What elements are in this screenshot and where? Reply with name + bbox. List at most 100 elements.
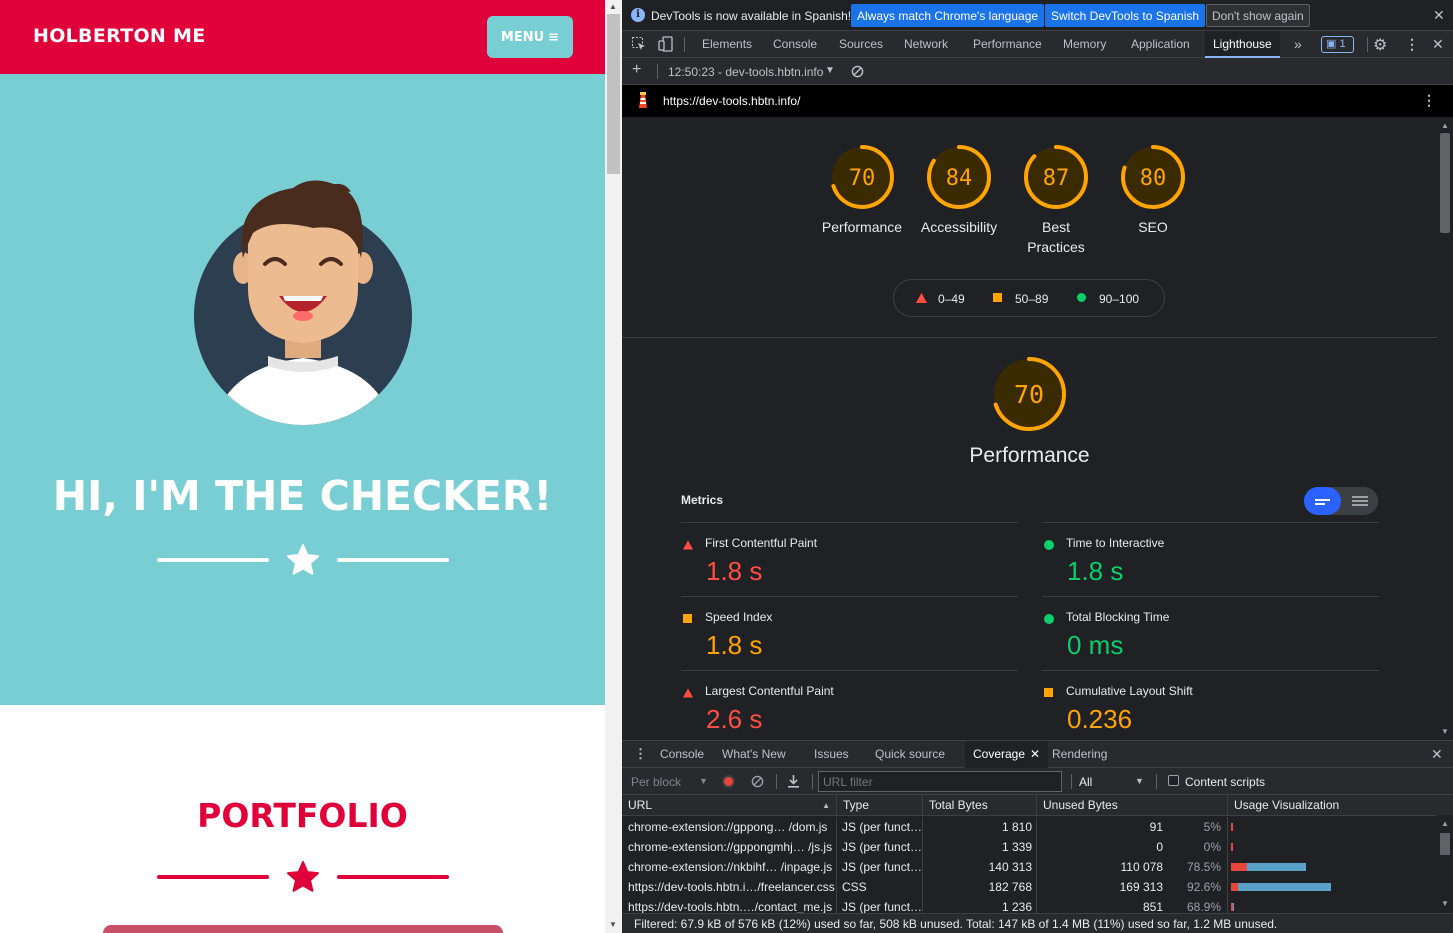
drawer-menu-icon[interactable]: ⋮ [634, 746, 647, 762]
gauge-accessibility[interactable]: 84 Accessibility [909, 145, 1009, 237]
portfolio-divider [157, 860, 449, 894]
chevron-down-icon: ▼ [1135, 776, 1144, 786]
scroll-up-arrow-icon[interactable]: ▲ [1441, 819, 1449, 828]
switch-to-spanish-button[interactable]: Switch DevTools to Spanish [1045, 4, 1206, 27]
inspect-element-icon[interactable] [631, 36, 647, 52]
scrollbar-thumb[interactable] [607, 14, 620, 174]
compact-view-button[interactable] [1304, 487, 1341, 515]
column-header-unused-bytes[interactable]: Unused Bytes [1037, 795, 1228, 816]
score-value: 70 [1014, 380, 1044, 409]
url-filter-input[interactable] [818, 771, 1062, 792]
scroll-up-arrow-icon[interactable]: ▲ [1441, 121, 1449, 130]
scroll-down-arrow-icon[interactable]: ▼ [1441, 727, 1449, 736]
legend-average: 50–89 [1015, 292, 1049, 306]
tab-network[interactable]: Network [896, 31, 956, 58]
close-icon[interactable]: ✕ [1433, 7, 1445, 24]
performance-gauge-large[interactable]: 70 [992, 357, 1068, 434]
dont-show-again-button[interactable]: Don't show again [1206, 4, 1310, 27]
drawer-tab-quick-source[interactable]: Quick source [867, 741, 953, 768]
sort-ascending-icon: ▲ [822, 801, 830, 810]
close-tab-icon[interactable]: ✕ [1030, 747, 1040, 761]
more-tabs-chevron-icon[interactable]: » [1294, 36, 1302, 52]
circle-pass-icon [1077, 293, 1086, 302]
kebab-menu-icon[interactable]: ⋮ [1405, 36, 1419, 53]
content-scripts-checkbox[interactable] [1168, 775, 1179, 786]
download-icon[interactable] [787, 774, 800, 788]
table-row[interactable]: https://dev-tools.hbtn.…/contact_me.js J… [622, 897, 1437, 913]
triangle-fail-icon [683, 540, 693, 550]
gauge-seo[interactable]: 80 SEO [1103, 145, 1203, 237]
menu-button[interactable]: MENU ≡ [487, 16, 573, 58]
report-url-bar: https://dev-tools.hbtn.info/ ⋮ [622, 85, 1453, 117]
gauge-best-practices[interactable]: 87 Best Practices [1006, 145, 1106, 257]
scroll-down-arrow-icon[interactable]: ▼ [1441, 899, 1449, 908]
row-unused-bytes: 169 313 [1119, 880, 1163, 894]
type-filter-select[interactable]: All [1079, 775, 1092, 789]
drawer-tab-rendering[interactable]: Rendering [1044, 741, 1115, 768]
device-toolbar-icon[interactable] [658, 36, 674, 52]
column-header-total-bytes[interactable]: Total Bytes [923, 795, 1037, 816]
row-usage-bar [1228, 877, 1437, 897]
metrics-view-toggle[interactable] [1304, 487, 1378, 515]
tab-console[interactable]: Console [765, 31, 825, 58]
drawer-tab-console[interactable]: Console [652, 741, 712, 768]
always-match-language-button[interactable]: Always match Chrome's language [851, 4, 1045, 27]
tab-application[interactable]: Application [1123, 31, 1198, 58]
record-icon[interactable] [722, 775, 735, 788]
report-selector[interactable]: 12:50:23 - dev-tools.hbtn.info [668, 65, 823, 79]
column-header-type[interactable]: Type [837, 795, 923, 816]
column-header-usage[interactable]: Usage Visualization [1228, 795, 1453, 816]
tab-elements[interactable]: Elements [694, 31, 760, 58]
row-unused-percent: 5% [1203, 820, 1221, 834]
drawer-tab-issues[interactable]: Issues [806, 741, 857, 768]
report-menu-icon[interactable]: ⋮ [1422, 92, 1436, 109]
table-row[interactable]: https://dev-tools.hbtn.i…/freelancer.css… [622, 877, 1437, 897]
circle-pass-icon [1044, 540, 1054, 550]
site-brand[interactable]: HOLBERTON ME [33, 25, 206, 47]
coverage-scrollbar[interactable]: ▲ ▼ [1437, 815, 1453, 913]
table-row[interactable]: chrome-extension://nkbihf… /inpage.js JS… [622, 857, 1437, 877]
gauge-performance[interactable]: 70 Performance [812, 145, 912, 237]
clear-icon[interactable] [751, 775, 764, 788]
drawer-tab-what-s-new[interactable]: What's New [714, 741, 794, 768]
chevron-down-icon[interactable]: ▼ [825, 65, 835, 76]
issues-count: 1 [1339, 38, 1346, 50]
metric-time-to-interactive: Time to Interactive 1.8 s [1042, 522, 1379, 596]
drawer-tab-coverage[interactable]: Coverage ✕ [965, 741, 1049, 768]
devtools-panel: i DevTools is now available in Spanish! … [622, 0, 1453, 933]
row-type: JS (per funct… [837, 857, 923, 877]
lighthouse-logo-icon [639, 92, 647, 108]
scroll-down-arrow-icon[interactable]: ▼ [609, 920, 617, 929]
row-usage-bar [1228, 857, 1437, 877]
tab-lighthouse[interactable]: Lighthouse [1205, 31, 1280, 58]
granularity-select[interactable]: Per block [631, 775, 681, 789]
table-row[interactable]: chrome-extension://gppongmhj… /js.js JS … [622, 837, 1437, 857]
report-scrollbar[interactable]: ▲ ▼ [1437, 117, 1453, 740]
row-type: JS (per funct… [837, 897, 923, 913]
row-url: chrome-extension://nkbihf… /inpage.js [622, 857, 837, 877]
score-value: 87 [1043, 166, 1070, 191]
score-value: 84 [946, 166, 973, 191]
tab-performance[interactable]: Performance [965, 31, 1050, 58]
row-unused-bytes: 0 [1156, 840, 1163, 854]
tab-memory[interactable]: Memory [1055, 31, 1114, 58]
portfolio-item[interactable] [103, 925, 503, 933]
performance-section-title: Performance [969, 444, 1090, 467]
scroll-up-arrow-icon[interactable]: ▲ [609, 2, 617, 11]
expanded-list-icon[interactable] [1352, 495, 1368, 507]
clear-icon[interactable] [851, 65, 864, 78]
website-scrollbar[interactable]: ▲ ▼ [605, 0, 622, 933]
close-drawer-icon[interactable]: ✕ [1431, 746, 1443, 763]
issues-badge[interactable]: ▣ 1 [1321, 36, 1354, 53]
scrollbar-thumb[interactable] [1440, 833, 1450, 855]
column-header-url[interactable]: URL ▲ [622, 795, 837, 816]
gear-icon[interactable]: ⚙ [1373, 35, 1387, 55]
gauge-label: Accessibility [920, 219, 998, 235]
tab-sources[interactable]: Sources [831, 31, 891, 58]
close-devtools-icon[interactable]: ✕ [1432, 36, 1444, 53]
scrollbar-thumb[interactable] [1440, 133, 1450, 233]
table-row[interactable]: chrome-extension://gppong… /dom.js JS (p… [622, 817, 1437, 837]
used-bytes-bar [1231, 863, 1247, 871]
plus-icon[interactable]: + [632, 61, 641, 79]
report-url[interactable]: https://dev-tools.hbtn.info/ [663, 94, 800, 108]
